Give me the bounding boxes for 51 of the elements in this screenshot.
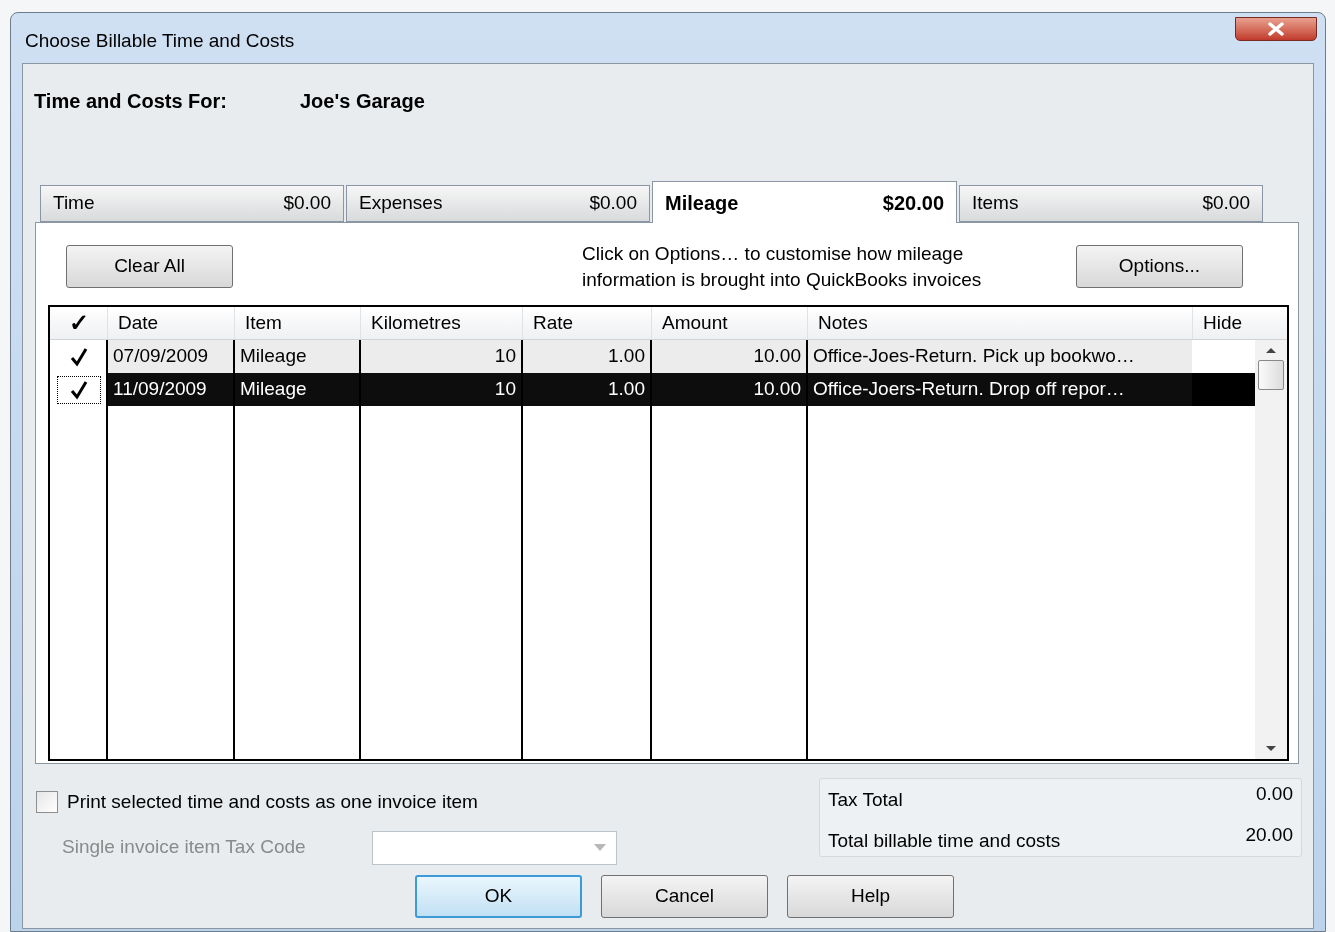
column-header[interactable]: ✓ — [50, 307, 107, 339]
tab[interactable]: Time $0.00 — [40, 185, 344, 222]
table-cell-text: Office-Joers-Return. Drop off repor… — [812, 377, 1126, 402]
scroll-down-icon[interactable] — [1265, 745, 1277, 753]
customer-name: Joe's Garage — [300, 89, 425, 114]
tax-code-label: Single invoice item Tax Code — [62, 835, 307, 860]
scroll-up-icon[interactable] — [1265, 346, 1277, 354]
table-cell-text: 1.00 — [607, 377, 646, 402]
checkmark-icon — [69, 379, 88, 400]
table-cell-text: 1.00 — [607, 344, 646, 369]
scroll-thumb[interactable] — [1258, 360, 1284, 390]
dropdown-arrow-icon — [594, 844, 606, 851]
info-text: Click on Options… to customise how mileage information is brought into QuickBooks invoices — [582, 242, 983, 292]
close-button[interactable] — [1235, 17, 1317, 41]
checkmark-icon — [69, 346, 88, 367]
column-header[interactable]: Rate — [522, 307, 651, 339]
table-cell-text: Mileage — [239, 377, 308, 402]
tab[interactable]: Mileage $20.00 — [652, 181, 957, 223]
window-title: Choose Billable Time and Costs — [25, 29, 295, 53]
total-label: Tax Total — [828, 788, 903, 812]
clear-all-button[interactable]: Clear All — [66, 245, 233, 288]
tab[interactable]: Expenses $0.00 — [346, 185, 650, 222]
table-cell-text: 10.00 — [752, 344, 802, 369]
table-cell-text: Mileage — [239, 344, 308, 369]
column-header[interactable]: Notes — [807, 307, 1192, 339]
checkbox-label[interactable]: Print selected time and costs as one invoice item — [67, 788, 478, 817]
customer-label: Time and Costs For: — [34, 89, 228, 114]
dialog-button[interactable]: OK — [415, 874, 582, 918]
options-button[interactable]: Options... — [1076, 245, 1243, 288]
column-header[interactable]: Hide — [1192, 307, 1255, 339]
close-icon — [1267, 22, 1285, 36]
tab[interactable]: Items $0.00 — [959, 185, 1263, 222]
table-row[interactable]: 11/09/2009 Mileage 10 1.00 10.00 Office-Joers-Return. Drop off repor… — [50, 373, 1255, 406]
dialog-button[interactable]: Cancel — [601, 874, 768, 918]
table-row[interactable]: 07/09/2009 Mileage 10 1.00 10.00 Office-Joes-Return. Pick up bookwo… — [50, 340, 1255, 373]
table-cell-text: 10.00 — [752, 377, 802, 402]
table-cell-text: 07/09/2009 — [112, 344, 210, 369]
dialog-button[interactable]: Help — [787, 874, 954, 918]
column-header[interactable]: Date — [107, 307, 234, 339]
table-cell-text: 11/09/2009 — [112, 377, 208, 402]
table-cell-text: 10 — [493, 377, 517, 402]
table-cell-text: Office-Joes-Return. Pick up bookwo… — [812, 344, 1136, 369]
total-value: 0.00 — [1256, 782, 1293, 806]
row-checkbox[interactable] — [56, 375, 101, 404]
total-value: 20.00 — [1245, 822, 1293, 847]
column-header[interactable]: Item — [234, 307, 360, 339]
checkbox[interactable] — [36, 791, 58, 814]
table-cell-text: 10 — [493, 344, 517, 369]
column-header[interactable]: Amount — [651, 307, 807, 339]
column-header[interactable]: Kilometres — [360, 307, 522, 339]
total-label: Total billable time and costs — [828, 828, 1061, 853]
